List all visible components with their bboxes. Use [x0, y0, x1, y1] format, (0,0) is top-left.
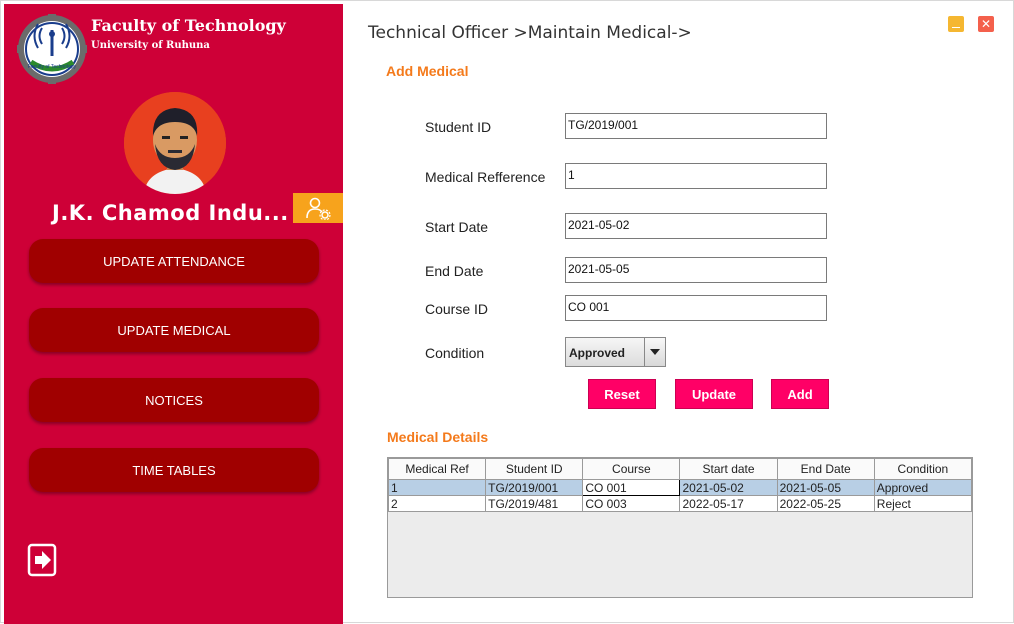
- course-id-field[interactable]: CO 001: [565, 295, 827, 321]
- column-header[interactable]: Course: [582, 458, 681, 480]
- table-cell[interactable]: 2021-05-02: [679, 479, 778, 496]
- start-date-field[interactable]: 2021-05-02: [565, 213, 827, 239]
- table-cell[interactable]: Reject: [873, 495, 973, 512]
- table-cell[interactable]: 2022-05-25: [776, 495, 875, 512]
- end-date-label: End Date: [425, 263, 484, 279]
- column-header[interactable]: Student ID: [485, 458, 584, 480]
- nav-notices-button[interactable]: NOTICES: [29, 378, 319, 422]
- logout-icon[interactable]: [27, 543, 57, 577]
- table-cell[interactable]: 2022-05-17: [679, 495, 778, 512]
- column-header[interactable]: Start date: [679, 458, 778, 480]
- medical-details-table[interactable]: Medical Ref Student ID Course Start date…: [387, 457, 973, 598]
- table-cell[interactable]: 2021-05-05: [776, 479, 875, 496]
- table-cell[interactable]: 1: [387, 479, 487, 496]
- nav-time-tables-button[interactable]: TIME TABLES: [29, 448, 319, 492]
- add-button[interactable]: Add: [771, 379, 829, 409]
- table-row[interactable]: 1 TG/2019/001 CO 001 2021-05-02 2021-05-…: [387, 479, 973, 496]
- medical-ref-field[interactable]: 1: [565, 163, 827, 189]
- faculty-logo: Faculty of Technology: [15, 12, 89, 86]
- medical-ref-label: Medical Refference: [425, 169, 546, 185]
- condition-label: Condition: [425, 345, 485, 361]
- student-id-label: Student ID: [425, 119, 492, 135]
- breadcrumb: Technical Officer >Maintain Medical->: [368, 23, 692, 43]
- university-name: University of Ruhuna: [91, 40, 210, 51]
- table-cell[interactable]: 2: [387, 495, 487, 512]
- reset-button[interactable]: Reset: [588, 379, 656, 409]
- table-header-row: Medical Ref Student ID Course Start date…: [387, 458, 973, 480]
- update-button[interactable]: Update: [675, 379, 753, 409]
- column-header[interactable]: Condition: [873, 458, 973, 480]
- condition-select[interactable]: Approved: [565, 337, 666, 367]
- table-cell[interactable]: CO 003: [582, 495, 681, 512]
- student-id-field[interactable]: TG/2019/001: [565, 113, 827, 139]
- profile-settings-icon[interactable]: [293, 193, 343, 223]
- table-cell[interactable]: TG/2019/481: [485, 495, 584, 512]
- table-cell[interactable]: CO 001: [582, 479, 681, 496]
- table-cell[interactable]: Approved: [873, 479, 973, 496]
- app-window: Faculty of Technology Faculty of Technol…: [0, 0, 1014, 624]
- minimize-icon[interactable]: [948, 16, 964, 32]
- chevron-down-icon[interactable]: [644, 338, 665, 366]
- avatar: [124, 92, 226, 194]
- medical-details-title: Medical Details: [387, 429, 489, 445]
- table-row[interactable]: 2 TG/2019/481 CO 003 2022-05-17 2022-05-…: [387, 495, 973, 512]
- course-id-label: Course ID: [425, 301, 489, 317]
- logo-text: Faculty of Technology: [28, 64, 77, 70]
- nav-update-medical-button[interactable]: UPDATE MEDICAL: [29, 308, 319, 352]
- user-name: J.K. Chamod Indu...: [52, 201, 289, 225]
- table-cell[interactable]: TG/2019/001: [485, 479, 584, 496]
- start-date-label: Start Date: [425, 219, 489, 235]
- condition-select-value: Approved: [569, 346, 626, 360]
- column-header[interactable]: Medical Ref: [387, 458, 487, 480]
- close-icon[interactable]: ✕: [978, 16, 994, 32]
- faculty-title: Faculty of Technology: [91, 16, 286, 35]
- nav-update-attendance-button[interactable]: UPDATE ATTENDANCE: [29, 239, 319, 283]
- end-date-field[interactable]: 2021-05-05: [565, 257, 827, 283]
- column-header[interactable]: End Date: [776, 458, 875, 480]
- add-medical-title: Add Medical: [386, 63, 469, 79]
- sidebar: Faculty of Technology Faculty of Technol…: [4, 4, 343, 624]
